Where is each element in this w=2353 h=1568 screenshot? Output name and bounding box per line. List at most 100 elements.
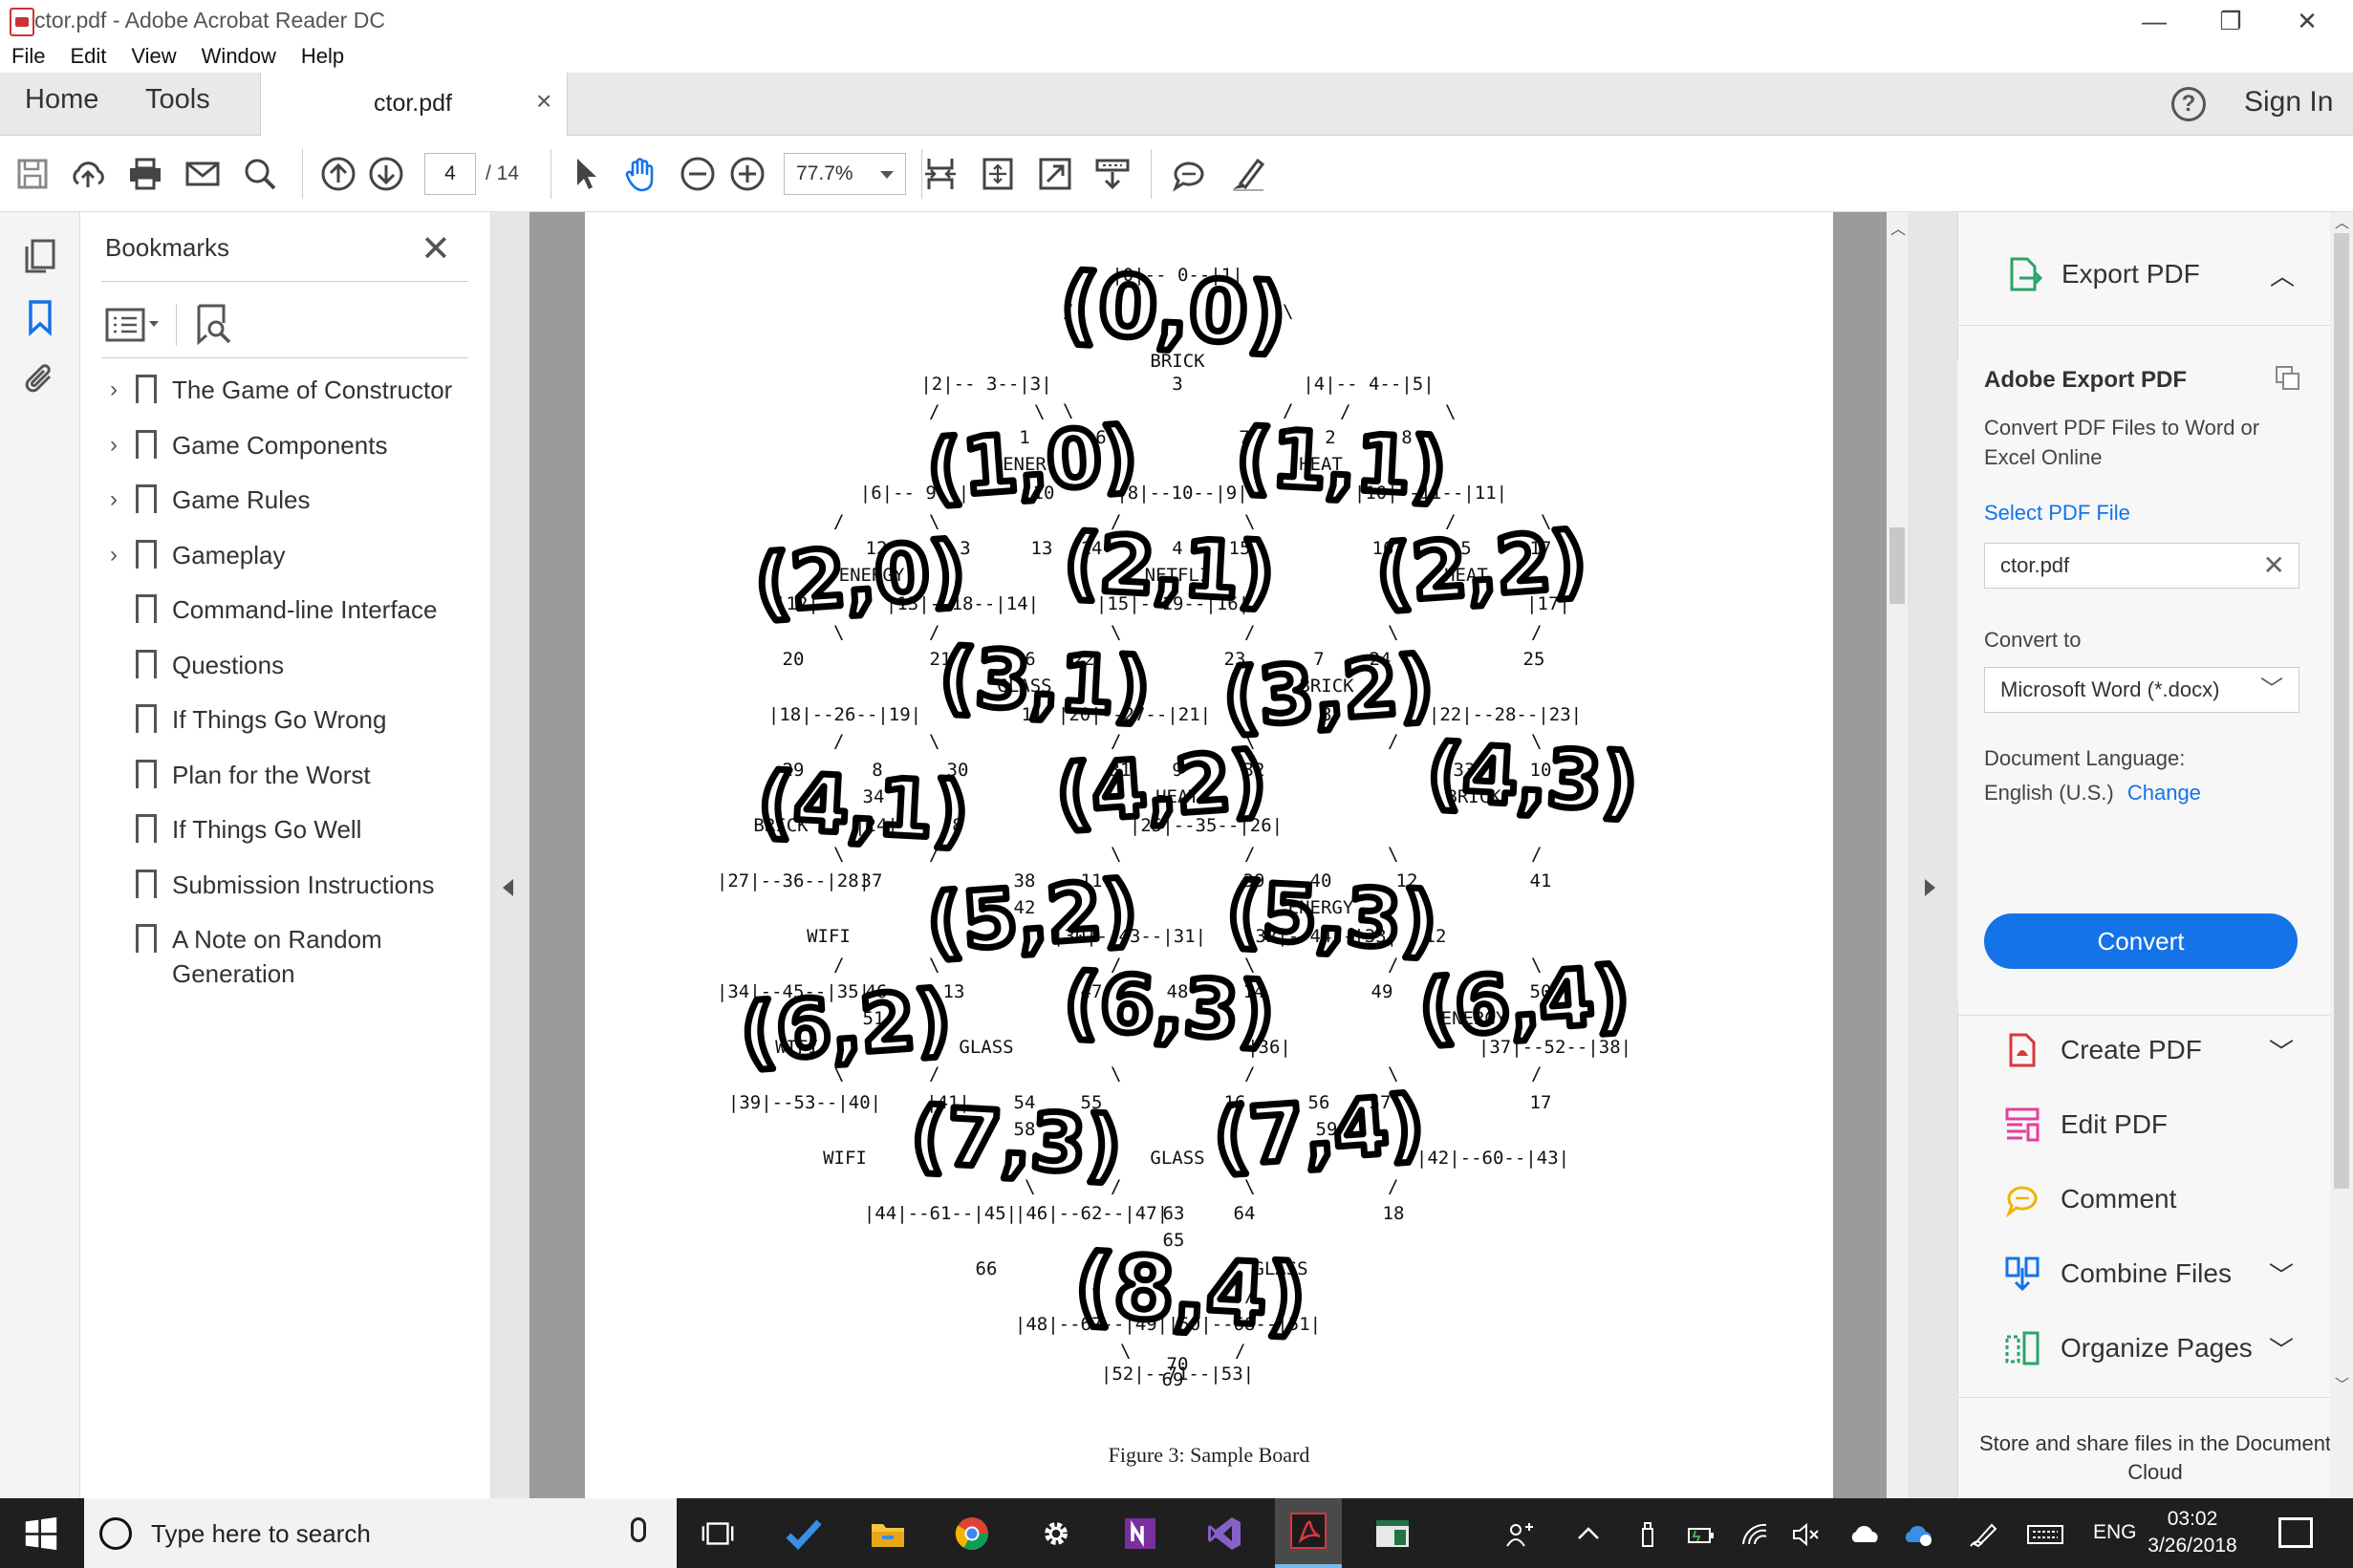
volume-muted-icon[interactable]: [1791, 1521, 1822, 1548]
comment-tool[interactable]: Comment: [1957, 1166, 2330, 1233]
restore-button[interactable]: ❐: [2192, 0, 2269, 42]
hand-tool-icon[interactable]: [619, 153, 661, 195]
search-icon[interactable]: [239, 153, 281, 195]
organize-pages-tool[interactable]: Organize Pages ﹀: [1957, 1315, 2330, 1382]
highlight-pen-icon[interactable]: [1227, 153, 1269, 195]
bookmark-item[interactable]: If Things Go Well: [99, 812, 482, 847]
tools-pane-scrollbar[interactable]: ︿ ﹀: [2330, 212, 2353, 1498]
taskbar-search-box[interactable]: Type here to search: [84, 1498, 677, 1568]
onedrive-sync-icon[interactable]: [1902, 1521, 1932, 1548]
battery-icon[interactable]: [1686, 1521, 1716, 1548]
select-cursor-icon[interactable]: [564, 153, 606, 195]
close-bookmarks-icon[interactable]: ✕: [421, 227, 451, 270]
chevron-right-icon[interactable]: ›: [99, 538, 128, 572]
menu-view[interactable]: View: [131, 42, 176, 73]
windows-start-icon[interactable]: [19, 1512, 63, 1556]
action-center-icon[interactable]: [2278, 1517, 2313, 1548]
onenote-icon[interactable]: [1118, 1512, 1162, 1556]
email-icon[interactable]: [182, 153, 224, 195]
scrollbar-thumb[interactable]: [1889, 527, 1905, 604]
touch-keyboard-icon[interactable]: [2026, 1521, 2063, 1548]
tab-tools[interactable]: Tools: [145, 84, 210, 116]
chevron-right-icon[interactable]: ›: [99, 483, 128, 517]
fit-page-icon[interactable]: [977, 153, 1019, 195]
bookmark-item[interactable]: Command-line Interface: [99, 592, 482, 627]
create-pdf-tool[interactable]: Create PDF ﹀: [1957, 1017, 2330, 1084]
save-icon[interactable]: [11, 153, 54, 195]
copy-icon[interactable]: [2273, 363, 2303, 394]
bookmark-options-icon[interactable]: [105, 304, 162, 346]
chevron-right-icon[interactable]: ›: [99, 373, 128, 407]
scroll-down-icon[interactable]: ﹀: [2335, 1374, 2349, 1394]
find-bookmark-icon[interactable]: [193, 302, 235, 348]
expand-right-panel-button[interactable]: [1908, 212, 1957, 1498]
change-language-link[interactable]: Change: [2127, 781, 2201, 805]
scroll-mode-icon[interactable]: [1091, 153, 1133, 195]
chrome-icon[interactable]: [950, 1512, 994, 1556]
bookmark-item[interactable]: › Game Rules: [99, 483, 482, 517]
bookmark-item[interactable]: If Things Go Wrong: [99, 702, 482, 737]
scroll-up-icon[interactable]: ︿: [1890, 216, 1906, 239]
comment-icon[interactable]: [1168, 153, 1210, 195]
export-pdf-header[interactable]: Export PDF ︿: [1958, 241, 2331, 308]
previous-page-icon[interactable]: [317, 153, 359, 195]
visual-studio-icon[interactable]: [1202, 1512, 1246, 1556]
help-icon[interactable]: ?: [2171, 87, 2206, 121]
bookmarks-icon[interactable]: [19, 296, 61, 338]
chevron-right-icon[interactable]: ›: [99, 428, 128, 462]
menu-edit[interactable]: Edit: [70, 42, 106, 73]
usb-device-icon[interactable]: [1632, 1521, 1663, 1548]
menu-window[interactable]: Window: [202, 42, 276, 73]
convert-button[interactable]: Convert: [1984, 913, 2298, 969]
todo-app-icon[interactable]: [782, 1512, 826, 1556]
bookmark-item[interactable]: › The Game of Constructor: [99, 373, 482, 407]
document-scrollbar[interactable]: ︿: [1887, 212, 1908, 1498]
sign-in-link[interactable]: Sign In: [2244, 86, 2333, 118]
system-clock[interactable]: 03:02 3/26/2018: [2137, 1506, 2248, 1559]
zoom-in-icon[interactable]: [726, 153, 768, 195]
app-window-icon[interactable]: [1371, 1512, 1414, 1556]
next-page-icon[interactable]: [365, 153, 407, 195]
page-number-input[interactable]: 4: [424, 153, 476, 195]
wifi-icon[interactable]: [1739, 1521, 1770, 1548]
task-view-icon[interactable]: [696, 1512, 740, 1556]
page-thumbnails-icon[interactable]: [19, 235, 61, 277]
close-window-button[interactable]: ✕: [2269, 0, 2345, 42]
onedrive-icon[interactable]: [1848, 1521, 1879, 1548]
upload-cloud-icon[interactable]: [67, 153, 109, 195]
tab-document[interactable]: ctor.pdf ×: [260, 73, 568, 136]
clear-file-icon[interactable]: ✕: [2263, 544, 2285, 588]
minimize-button[interactable]: —: [2116, 0, 2192, 42]
convert-to-select[interactable]: Microsoft Word (*.docx) ﹀: [1984, 667, 2299, 713]
zoom-out-icon[interactable]: [677, 153, 719, 195]
bookmark-item[interactable]: Submission Instructions: [99, 868, 482, 902]
attachments-icon[interactable]: [19, 357, 61, 399]
menu-file[interactable]: File: [11, 42, 45, 73]
bookmark-item[interactable]: Questions: [99, 648, 482, 682]
selected-file-field[interactable]: ctor.pdf ✕: [1984, 543, 2299, 589]
menu-help[interactable]: Help: [301, 42, 344, 73]
bookmark-item[interactable]: › Gameplay: [99, 538, 482, 572]
scrollbar-thumb[interactable]: [2334, 233, 2349, 1189]
collapse-left-panel-button[interactable]: [491, 212, 529, 1498]
bookmark-item[interactable]: › Game Components: [99, 428, 482, 462]
tab-home[interactable]: Home: [25, 84, 98, 116]
scroll-up-icon[interactable]: ︿: [2335, 212, 2349, 232]
people-icon[interactable]: [1504, 1521, 1535, 1548]
file-explorer-icon[interactable]: [866, 1512, 910, 1556]
zoom-level-select[interactable]: 77.7%: [784, 153, 906, 195]
bookmark-item[interactable]: A Note on Random Generation: [99, 922, 482, 991]
combine-files-tool[interactable]: Combine Files ﹀: [1957, 1240, 2330, 1307]
edit-pdf-tool[interactable]: Edit PDF: [1957, 1091, 2330, 1158]
tab-close-icon[interactable]: ×: [536, 86, 551, 117]
fit-width-icon[interactable]: [919, 153, 961, 195]
settings-gear-icon[interactable]: [1034, 1512, 1078, 1556]
full-screen-icon[interactable]: [1034, 153, 1076, 195]
print-icon[interactable]: [124, 153, 166, 195]
acrobat-taskbar-button[interactable]: [1275, 1498, 1342, 1568]
pen-workspace-icon[interactable]: [1969, 1521, 1999, 1548]
show-hidden-icons-chevron[interactable]: [1573, 1521, 1604, 1548]
microphone-icon[interactable]: [631, 1517, 646, 1542]
input-language[interactable]: ENG: [2093, 1521, 2137, 1544]
bookmark-item[interactable]: Plan for the Worst: [99, 758, 482, 792]
